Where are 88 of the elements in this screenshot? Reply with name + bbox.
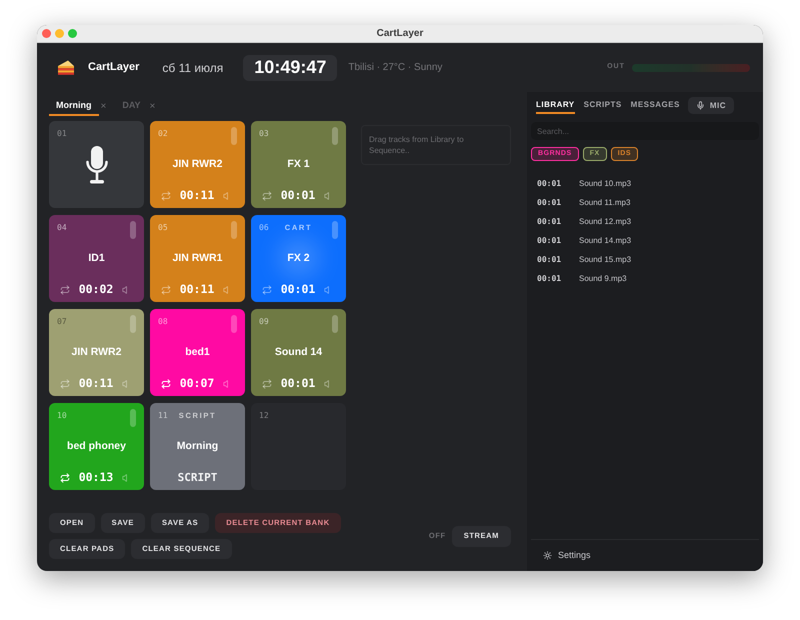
pad-footer-label: SCRIPT bbox=[178, 470, 218, 486]
pad-volume-handle[interactable] bbox=[332, 127, 338, 145]
pad-duration: 00:01 bbox=[280, 375, 316, 392]
bank-tab[interactable]: Morning bbox=[49, 97, 98, 116]
pad-title: bed1 bbox=[184, 344, 211, 360]
clock-display: 10:49:47 bbox=[243, 54, 338, 80]
repeat-icon[interactable] bbox=[161, 379, 171, 389]
pad-duration: 00:11 bbox=[78, 375, 114, 392]
pad-number: 05 bbox=[158, 222, 168, 234]
pad-volume-handle[interactable] bbox=[231, 315, 237, 333]
repeat-icon[interactable] bbox=[60, 285, 70, 295]
search-field[interactable]: Search... bbox=[531, 122, 759, 140]
pad-title: JIN RWR1 bbox=[172, 250, 224, 266]
pad-number: 10 bbox=[57, 410, 67, 422]
track-name[interactable]: Sound 14.mp3 bbox=[579, 234, 632, 246]
pad-duration: 00:01 bbox=[280, 187, 316, 204]
sequence-hint: Drag tracks from Library to Sequence.. bbox=[369, 134, 465, 156]
app-name: CartLayer bbox=[88, 60, 140, 76]
date-label: сб 11 июля bbox=[162, 60, 224, 76]
pad-title: Sound 14 bbox=[274, 344, 324, 360]
cake-slice-icon bbox=[57, 60, 75, 75]
sound-pad[interactable]: 12 bbox=[251, 403, 346, 490]
sound-pad[interactable]: 08 bed1 00:07 bbox=[150, 309, 245, 396]
pad-duration: 00:11 bbox=[180, 187, 214, 204]
settings-icon bbox=[543, 551, 552, 560]
library-tab[interactable]: SCRIPTS bbox=[584, 97, 622, 114]
repeat-icon[interactable] bbox=[161, 191, 171, 201]
pad-volume-handle[interactable] bbox=[231, 221, 237, 239]
pad-duration: 00:11 bbox=[180, 281, 214, 298]
minimize-button[interactable] bbox=[55, 29, 64, 38]
sound-pad[interactable]: 03 FX 1 00:01 bbox=[251, 121, 346, 208]
pad-title: Morning bbox=[176, 438, 220, 454]
track-duration: 00:01 bbox=[537, 178, 562, 190]
repeat-icon[interactable] bbox=[262, 379, 272, 389]
sound-pad[interactable]: 04 ID1 00:02 bbox=[49, 215, 144, 302]
pad-duration: 00:07 bbox=[180, 375, 214, 392]
microphone-icon bbox=[86, 146, 108, 184]
weather-label: Tbilisi · 27°C · Sunny bbox=[348, 61, 442, 75]
pad-number: 09 bbox=[259, 316, 269, 328]
pad-duration: 00:13 bbox=[78, 469, 114, 486]
track-name[interactable]: Sound 9.mp3 bbox=[579, 272, 627, 284]
pad-title: FX 1 bbox=[286, 156, 311, 172]
settings-button[interactable]: Settings bbox=[543, 548, 591, 562]
pad-number: 04 bbox=[57, 222, 67, 234]
track-duration: 00:01 bbox=[537, 254, 562, 266]
track-name[interactable]: Sound 11.mp3 bbox=[579, 196, 630, 208]
pad-volume-handle[interactable] bbox=[231, 127, 237, 145]
close-button[interactable] bbox=[42, 29, 51, 38]
track-duration: 00:01 bbox=[537, 234, 562, 246]
window-title: CartLayer bbox=[376, 27, 424, 41]
microphone-icon bbox=[696, 101, 705, 110]
pad-number: 11 bbox=[158, 410, 168, 422]
pad-title: bed phoney bbox=[66, 438, 127, 454]
mic-button[interactable]: MIC bbox=[688, 97, 734, 114]
repeat-icon[interactable] bbox=[262, 285, 272, 295]
pad-volume-handle[interactable] bbox=[332, 315, 338, 333]
library-tab[interactable]: MESSAGES bbox=[630, 97, 680, 114]
pad-title: JIN RWR2 bbox=[172, 156, 224, 172]
track-name[interactable]: Sound 12.mp3 bbox=[579, 216, 632, 228]
pad-volume-handle[interactable] bbox=[130, 409, 136, 427]
pad-number: 02 bbox=[158, 128, 168, 140]
repeat-icon[interactable] bbox=[161, 285, 171, 295]
pad-duration: 00:01 bbox=[280, 281, 316, 298]
pad-number: 12 bbox=[259, 410, 269, 422]
sound-pad[interactable]: 01 bbox=[49, 121, 144, 208]
pad-volume-handle[interactable] bbox=[130, 221, 136, 239]
library-tab[interactable]: LIBRARY bbox=[536, 97, 575, 114]
repeat-icon[interactable] bbox=[262, 191, 272, 201]
track-name[interactable]: Sound 15.mp3 bbox=[579, 254, 632, 266]
pad-volume-handle[interactable] bbox=[332, 221, 338, 239]
track-duration: 00:01 bbox=[537, 216, 562, 228]
pad-number: 06 bbox=[259, 222, 269, 234]
track-duration: 00:01 bbox=[537, 196, 562, 208]
maximize-button[interactable] bbox=[68, 29, 77, 38]
pad-duration: 00:02 bbox=[78, 281, 114, 298]
pad-title: FX 2 bbox=[286, 250, 311, 266]
pad-number: 08 bbox=[158, 316, 168, 328]
pad-number: 07 bbox=[57, 316, 67, 328]
track-duration: 00:01 bbox=[537, 272, 562, 284]
repeat-icon[interactable] bbox=[60, 473, 70, 483]
repeat-icon[interactable] bbox=[60, 379, 70, 389]
pad-title: ID1 bbox=[87, 250, 106, 266]
pad-volume-handle[interactable] bbox=[130, 315, 136, 333]
pad-number: 03 bbox=[259, 128, 269, 140]
sound-pad[interactable]: 09 Sound 14 00:01 bbox=[251, 309, 346, 396]
pad-number: 01 bbox=[57, 128, 67, 140]
pad-title: JIN RWR2 bbox=[70, 344, 122, 360]
track-name[interactable]: Sound 10.mp3 bbox=[579, 178, 632, 190]
